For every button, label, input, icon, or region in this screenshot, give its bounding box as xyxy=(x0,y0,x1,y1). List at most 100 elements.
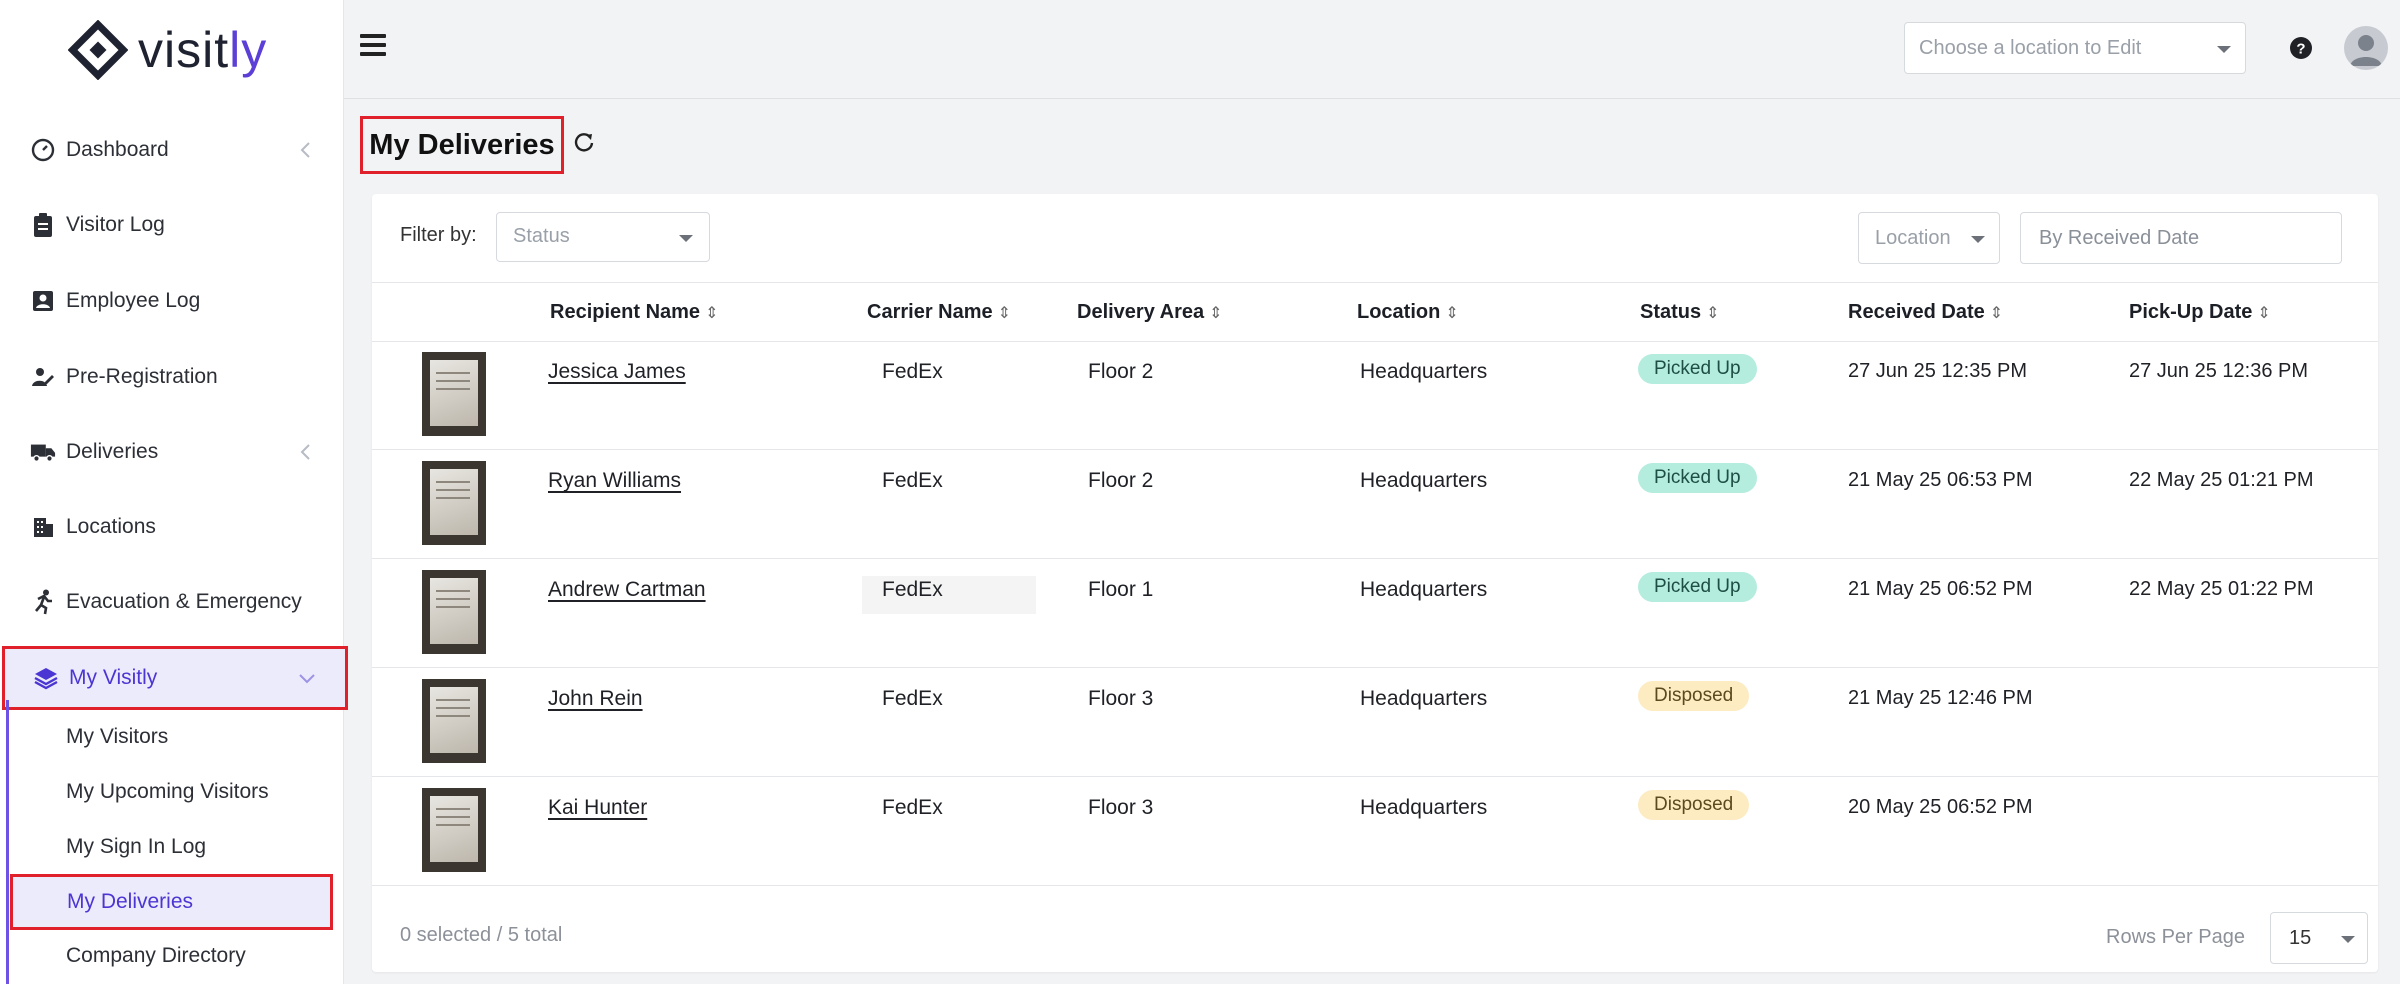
filter-by-label: Filter by: xyxy=(400,224,477,246)
sort-icon: ⇕ xyxy=(705,305,719,322)
package-photo-thumbnail[interactable] xyxy=(422,352,486,436)
location-select[interactable]: Choose a location to Edit xyxy=(1904,22,2246,74)
truck-icon xyxy=(30,439,56,465)
sidebar-item-label: My Visitly xyxy=(69,666,158,689)
selection-count: 0 selected / 5 total xyxy=(400,924,563,946)
submenu-item-label: My Visitors xyxy=(66,725,169,748)
sidebar: visitly Dashboard Visitor Log Employee L… xyxy=(0,0,348,984)
status-badge: Disposed xyxy=(1638,681,1750,711)
package-photo-thumbnail[interactable] xyxy=(422,570,486,654)
submenu-item-company-directory[interactable]: Company Directory xyxy=(10,929,333,983)
pick-up-date: 22 May 25 01:22 PM xyxy=(2129,578,2314,600)
column-header-recipient-name[interactable]: Recipient Name ⇕ xyxy=(550,301,718,324)
location-filter-select[interactable]: Location xyxy=(1858,212,2000,264)
caret-down-icon xyxy=(679,235,693,242)
recipient-name-link[interactable]: Andrew Cartman xyxy=(548,578,706,602)
sidebar-item-label: Deliveries xyxy=(66,440,159,463)
caret-down-icon xyxy=(2341,936,2355,943)
recipient-name-link[interactable]: John Rein xyxy=(548,687,643,711)
table-row[interactable]: John Rein FedEx Floor 3 Headquarters Dis… xyxy=(372,667,2378,777)
column-header-delivery-area[interactable]: Delivery Area ⇕ xyxy=(1077,301,1223,324)
refresh-icon[interactable] xyxy=(572,130,596,154)
package-photo-thumbnail[interactable] xyxy=(422,788,486,872)
location-cell: Headquarters xyxy=(1360,578,1488,601)
submenu-item-my-deliveries[interactable]: My Deliveries xyxy=(10,874,333,930)
page-title: My Deliveries xyxy=(360,116,564,174)
location-cell: Headquarters xyxy=(1360,687,1488,710)
submenu-indicator-line xyxy=(6,700,9,984)
column-header-location[interactable]: Location ⇕ xyxy=(1357,301,1459,324)
status-badge: Picked Up xyxy=(1638,572,1757,602)
topbar: Choose a location to Edit ? xyxy=(344,0,2400,99)
help-icon[interactable]: ? xyxy=(2286,33,2316,63)
sort-icon: ⇕ xyxy=(1209,305,1223,322)
received-date: 21 May 25 06:53 PM xyxy=(1848,469,2033,491)
sidebar-item-pre-registration[interactable]: Pre-Registration xyxy=(0,347,343,407)
brand-logo[interactable]: visitly xyxy=(68,18,267,82)
delivery-area: Floor 2 xyxy=(1088,469,1154,492)
hamburger-menu-icon[interactable] xyxy=(360,34,386,60)
recipient-name-link[interactable]: Jessica James xyxy=(548,360,686,384)
column-header-status[interactable]: Status ⇕ xyxy=(1640,301,1720,324)
sidebar-item-label: Visitor Log xyxy=(66,213,165,236)
submenu-item-my-sign-in-log[interactable]: My Sign In Log xyxy=(10,820,333,874)
rows-per-page-label: Rows Per Page xyxy=(2106,926,2245,948)
sidebar-item-employee-log[interactable]: Employee Log xyxy=(0,271,343,331)
sidebar-item-label: Evacuation & Emergency xyxy=(66,590,302,613)
sort-icon: ⇕ xyxy=(997,305,1012,322)
submenu-item-my-upcoming-visitors[interactable]: My Upcoming Visitors xyxy=(10,765,333,819)
package-photo-thumbnail[interactable] xyxy=(422,461,486,545)
table-row[interactable]: Andrew Cartman FedEx Floor 1 Headquarter… xyxy=(372,558,2378,668)
sort-icon: ⇕ xyxy=(2257,305,2271,322)
user-edit-icon xyxy=(30,364,56,390)
location-cell: Headquarters xyxy=(1360,469,1488,492)
sidebar-item-evacuation-emergency[interactable]: Evacuation & Emergency xyxy=(0,572,343,632)
user-avatar-icon[interactable] xyxy=(2344,26,2388,70)
submenu-item-my-visitors[interactable]: My Visitors xyxy=(10,710,333,764)
table-row[interactable]: Ryan Williams FedEx Floor 2 Headquarters… xyxy=(372,449,2378,559)
table-row[interactable]: Jessica James FedEx Floor 2 Headquarters… xyxy=(372,340,2378,450)
sidebar-item-my-visitly[interactable]: My Visitly xyxy=(2,646,348,710)
table-row[interactable]: Kai Hunter FedEx Floor 3 Headquarters Di… xyxy=(372,776,2378,886)
location-cell: Headquarters xyxy=(1360,796,1488,819)
pick-up-date: 22 May 25 01:21 PM xyxy=(2129,469,2314,491)
carrier-name: FedEx xyxy=(882,578,943,601)
carrier-name: FedEx xyxy=(882,469,943,492)
delivery-area: Floor 1 xyxy=(1088,578,1154,601)
package-photo-thumbnail[interactable] xyxy=(422,679,486,763)
submenu-item-label: My Upcoming Visitors xyxy=(66,780,269,803)
table-header: Recipient Name ⇕ Carrier Name ⇕ Delivery A… xyxy=(372,282,2378,342)
carrier-name: FedEx xyxy=(882,360,943,383)
sidebar-item-label: Employee Log xyxy=(66,289,201,312)
column-header-pick-up-date[interactable]: Pick-Up Date ⇕ xyxy=(2129,301,2271,324)
sidebar-item-deliveries[interactable]: Deliveries xyxy=(0,422,343,482)
location-select-placeholder: Choose a location to Edit xyxy=(1919,36,2142,59)
sidebar-item-locations[interactable]: Locations xyxy=(0,497,343,557)
logo-diamond-icon xyxy=(68,20,128,80)
submenu-item-label: My Deliveries xyxy=(67,890,194,913)
recipient-name-link[interactable]: Kai Hunter xyxy=(548,796,647,820)
received-date: 21 May 25 06:52 PM xyxy=(1848,578,2033,600)
sidebar-item-label: Dashboard xyxy=(66,138,169,161)
location-filter-placeholder: Location xyxy=(1875,227,1951,249)
received-date-filter-input[interactable]: By Received Date xyxy=(2020,212,2342,264)
rows-per-page-select[interactable]: 15 xyxy=(2270,912,2368,964)
carrier-name: FedEx xyxy=(882,687,943,710)
received-date: 21 May 25 12:46 PM xyxy=(1848,687,2033,709)
column-header-carrier-name[interactable]: Carrier Name ⇕ xyxy=(867,301,1011,324)
sidebar-item-visitor-log[interactable]: Visitor Log xyxy=(0,195,343,255)
clipboard-icon xyxy=(30,212,56,238)
column-header-received-date[interactable]: Received Date ⇕ xyxy=(1848,301,2003,324)
running-person-icon xyxy=(30,589,56,615)
recipient-name-link[interactable]: Ryan Williams xyxy=(548,469,681,493)
svg-text:?: ? xyxy=(2296,41,2305,58)
sidebar-item-label: Pre-Registration xyxy=(66,365,218,388)
sort-icon: ⇕ xyxy=(1706,305,1720,322)
chevron-left-icon xyxy=(293,138,317,162)
dashboard-gauge-icon xyxy=(30,137,56,163)
chevron-down-icon xyxy=(295,667,319,691)
delivery-area: Floor 2 xyxy=(1088,360,1154,383)
rows-per-page-value: 15 xyxy=(2289,927,2312,949)
sidebar-item-dashboard[interactable]: Dashboard xyxy=(0,120,343,180)
status-filter-select[interactable]: Status xyxy=(496,212,710,262)
